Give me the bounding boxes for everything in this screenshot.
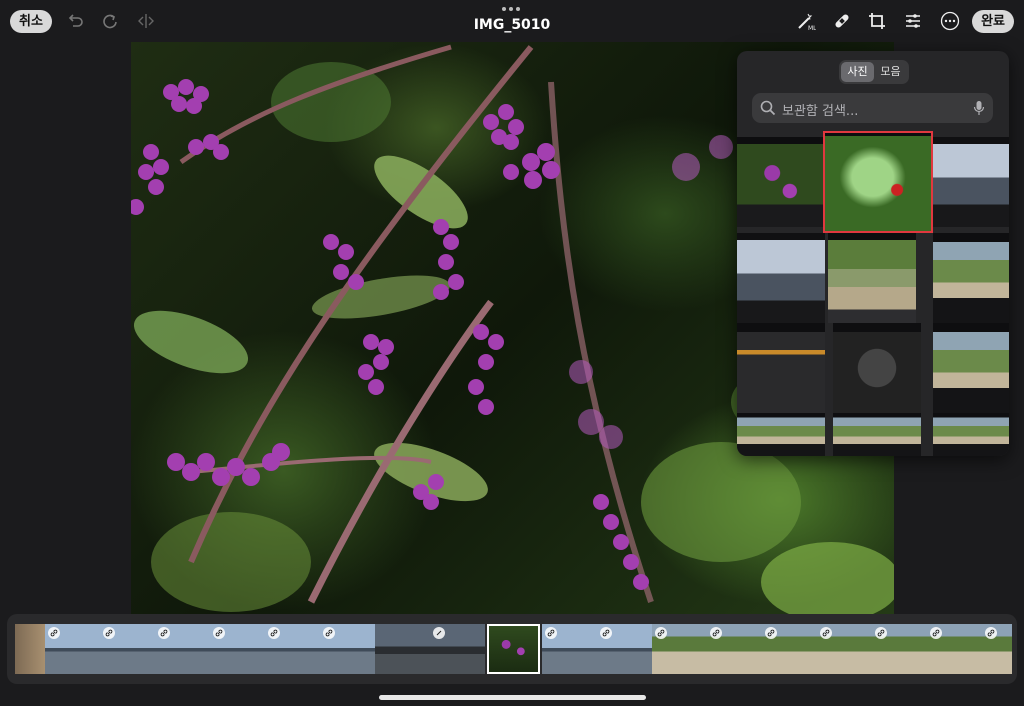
link-icon (710, 627, 722, 639)
link-icon (103, 627, 115, 639)
link-icon (930, 627, 942, 639)
link-icon (875, 627, 887, 639)
search-icon (760, 100, 776, 116)
link-icon (820, 627, 832, 639)
filmstrip-frame[interactable] (265, 624, 320, 674)
microphone-icon[interactable] (973, 100, 985, 116)
link-icon (158, 627, 170, 639)
library-thumbnail[interactable] (833, 323, 921, 413)
filmstrip-frame[interactable] (375, 624, 430, 674)
filmstrip-frame[interactable] (155, 624, 210, 674)
library-thumbnail[interactable] (933, 233, 1009, 323)
filmstrip-frame[interactable] (927, 624, 982, 674)
library-thumbnail[interactable] (737, 323, 825, 413)
more-icon[interactable] (938, 9, 962, 33)
filmstrip-frame[interactable] (320, 624, 375, 674)
bandage-icon[interactable] (830, 9, 854, 33)
filmstrip-frame[interactable] (597, 624, 652, 674)
filmstrip-frames (15, 624, 1012, 674)
link-icon (545, 627, 557, 639)
filmstrip-frame[interactable] (15, 624, 45, 674)
library-thumbnail[interactable] (737, 137, 825, 227)
filmstrip-frame[interactable] (817, 624, 872, 674)
library-search-field[interactable]: 보관함 검색... (752, 93, 993, 123)
filmstrip-frame[interactable] (707, 624, 762, 674)
filmstrip-frame[interactable] (210, 624, 265, 674)
filmstrip-frame[interactable] (45, 624, 100, 674)
svg-text:ML: ML (808, 25, 816, 31)
filmstrip-frame[interactable] (982, 624, 1012, 674)
tab-collections[interactable]: 모음 (874, 62, 907, 82)
library-thumbnail[interactable] (933, 323, 1009, 413)
adjust-sliders-icon[interactable] (901, 9, 925, 33)
filmstrip-frame[interactable] (762, 624, 817, 674)
multitasking-dots-icon[interactable] (502, 7, 520, 11)
filmstrip[interactable] (7, 614, 1017, 684)
library-thumbnail[interactable] (828, 233, 916, 323)
link-icon (985, 627, 997, 639)
filmstrip-frame[interactable] (100, 624, 155, 674)
filmstrip-frame[interactable] (872, 624, 927, 674)
library-thumbnail[interactable] (833, 413, 921, 456)
magic-wand-ml-icon[interactable]: ML (794, 9, 818, 33)
library-thumbnail[interactable] (737, 233, 825, 323)
edited-icon (433, 627, 445, 639)
link-icon (48, 627, 60, 639)
home-indicator[interactable] (379, 695, 646, 700)
link-icon (268, 627, 280, 639)
link-icon (323, 627, 335, 639)
filmstrip-frame[interactable] (652, 624, 707, 674)
library-thumbnail[interactable] (933, 137, 1009, 227)
search-placeholder: 보관함 검색... (782, 104, 859, 119)
tab-photos[interactable]: 사진 (841, 62, 874, 82)
library-thumbnail[interactable] (933, 413, 1009, 456)
link-icon (655, 627, 667, 639)
filmstrip-frame-current[interactable] (487, 624, 540, 674)
link-icon (600, 627, 612, 639)
photo-library-popover: 사진 모음 보관함 검색... (737, 51, 1009, 456)
done-button[interactable]: 완료 (972, 10, 1014, 33)
crop-icon[interactable] (865, 9, 889, 33)
link-icon (213, 627, 225, 639)
top-toolbar: 취소 IMG_5010 ML 완료 (0, 0, 1024, 42)
library-thumbnail[interactable] (737, 413, 825, 456)
filmstrip-frame[interactable] (430, 624, 485, 674)
filmstrip-frame[interactable] (542, 624, 597, 674)
library-thumbnail-selected[interactable] (823, 131, 933, 233)
library-segmented-control: 사진 모음 (839, 60, 909, 84)
link-icon (765, 627, 777, 639)
